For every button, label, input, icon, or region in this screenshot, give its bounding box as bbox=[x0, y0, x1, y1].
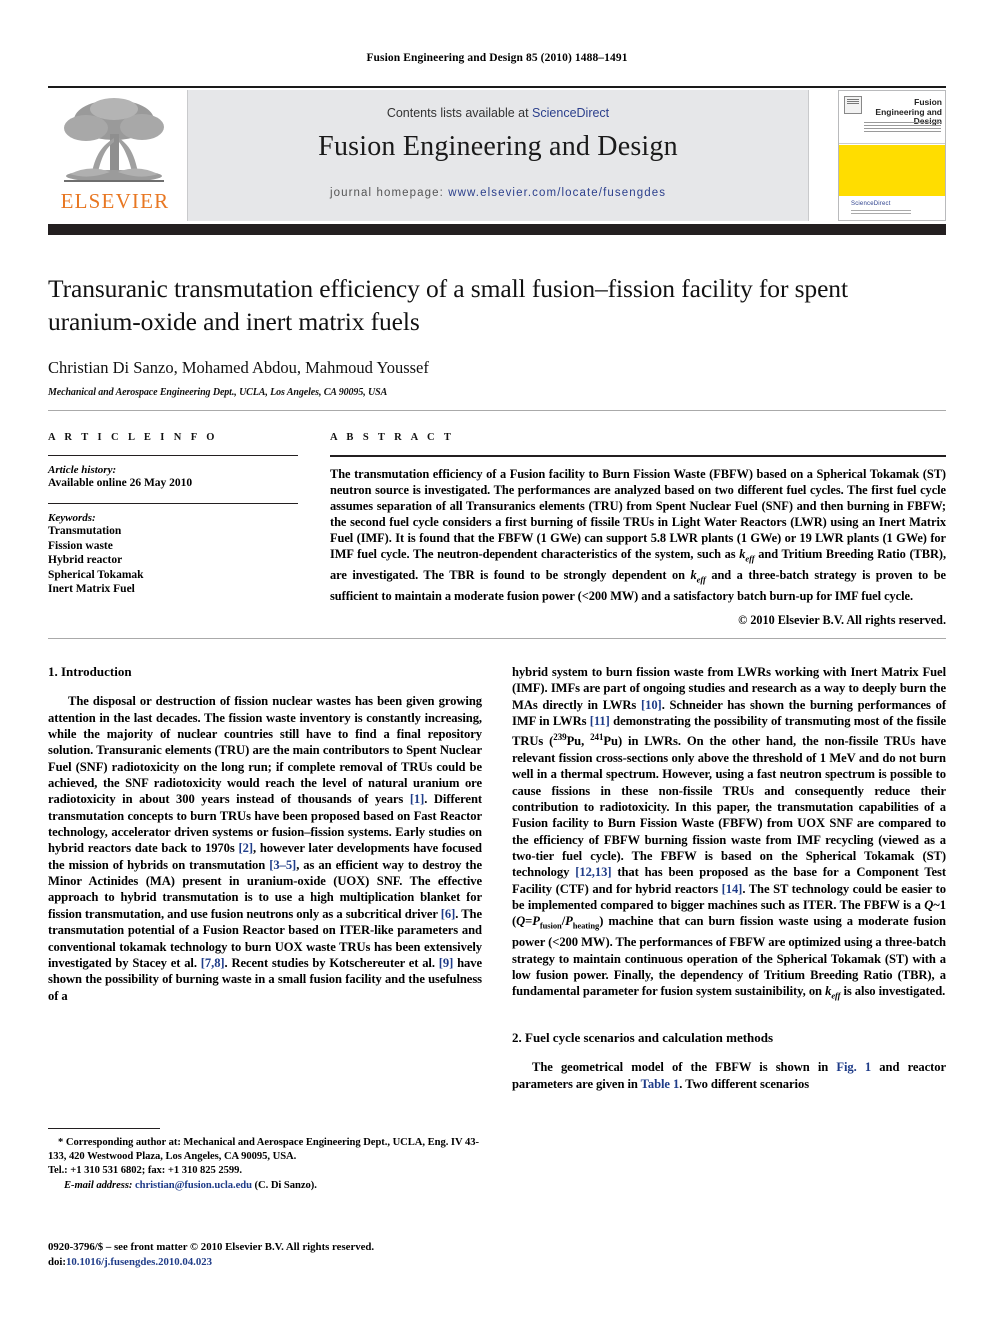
elsevier-wordmark: ELSEVIER bbox=[60, 189, 170, 213]
intro-paragraph: The disposal or destruction of fission n… bbox=[48, 694, 483, 1003]
cover-sciencedirect-label: ScienceDirect bbox=[851, 201, 891, 207]
keyword-item: Hybrid reactor bbox=[48, 554, 123, 566]
figure-ref[interactable]: Fig. 1 bbox=[836, 1060, 871, 1074]
cover-subtitle-lines bbox=[864, 122, 941, 134]
table-ref[interactable]: Table 1 bbox=[641, 1077, 680, 1091]
citation-ref[interactable]: [9] bbox=[439, 956, 454, 970]
journal-homepage-line: journal homepage: www.elsevier.com/locat… bbox=[188, 187, 808, 199]
keyword-item: Spherical Tokamak bbox=[48, 568, 144, 581]
citation-ref[interactable]: [3–5] bbox=[269, 858, 296, 872]
abstract-text: The transmutation efficiency of a Fusion… bbox=[330, 467, 947, 603]
cover-top-section: Fusion Engineering and Design bbox=[839, 91, 945, 144]
citation-ref[interactable]: [6] bbox=[441, 907, 456, 921]
cover-yellow-block bbox=[839, 145, 945, 197]
abstract-heading: A B S T R A C T bbox=[330, 432, 455, 443]
journal-masthead: ELSEVIER Contents lists available at Sci… bbox=[48, 86, 946, 221]
citation-ref[interactable]: [2] bbox=[239, 841, 254, 855]
footnote-block: * Corresponding author at: Mechanical an… bbox=[48, 1128, 482, 1193]
body-column-left: 1. Introduction The disposal or destruct… bbox=[48, 664, 482, 1004]
elsevier-tree-icon bbox=[64, 98, 164, 182]
article-history-label: Article history: bbox=[48, 464, 117, 476]
affiliation: Mechanical and Aerospace Engineering Dep… bbox=[48, 387, 388, 398]
homepage-url[interactable]: www.elsevier.com/locate/fusengdes bbox=[448, 187, 666, 199]
homepage-label: journal homepage: bbox=[329, 187, 444, 199]
abstract-bottom-rule bbox=[48, 638, 946, 639]
keyword-item: Fission waste bbox=[48, 539, 113, 552]
elsevier-logo: ELSEVIER bbox=[48, 92, 182, 220]
title-block: Transuranic transmutation efficiency of … bbox=[48, 272, 946, 398]
keywords-label: Keywords: bbox=[48, 512, 96, 524]
citation-ref[interactable]: [12,13] bbox=[575, 865, 611, 879]
citation-ref[interactable]: [7,8] bbox=[201, 956, 225, 970]
doi-line: doi:10.1016/j.fusengdes.2010.04.023 bbox=[48, 1255, 488, 1270]
methods-paragraph: The geometrical model of the FBFW is sho… bbox=[512, 1060, 947, 1091]
article-info-column: A R T I C L E I N F O Article history: A… bbox=[48, 432, 298, 597]
contents-available-line: Contents lists available at ScienceDirec… bbox=[188, 106, 808, 120]
author-list: Christian Di Sanzo, Mohamed Abdou, Mahmo… bbox=[48, 358, 946, 378]
imprint-block: 0920-3796/$ – see front matter © 2010 El… bbox=[48, 1240, 488, 1269]
email-owner: (C. Di Sanzo). bbox=[254, 1180, 317, 1192]
contents-prefix: Contents lists available at bbox=[386, 106, 533, 120]
info-top-rule bbox=[48, 410, 946, 411]
keywords-rule bbox=[48, 503, 298, 504]
article-history-value: Available online 26 May 2010 bbox=[48, 477, 193, 489]
journal-cover-thumbnail: Fusion Engineering and Design ScienceDir… bbox=[838, 90, 946, 221]
section-heading-fuel-cycle: 2. Fuel cycle scenarios and calculation … bbox=[512, 1030, 774, 1046]
sciencedirect-link[interactable]: ScienceDirect bbox=[532, 106, 609, 120]
email-link[interactable]: christian@fusion.ucla.edu bbox=[135, 1180, 252, 1191]
footnote-text: * Corresponding author at: Mechanical an… bbox=[48, 1136, 482, 1193]
keyword-item: Inert Matrix Fuel bbox=[48, 583, 135, 595]
corresponding-author-phone: Tel.: +1 310 531 6802; fax: +1 310 825 2… bbox=[48, 1164, 242, 1176]
article-page: Fusion Engineering and Design 85 (2010) … bbox=[0, 0, 992, 1323]
corresponding-author-note: * Corresponding author at: Mechanical an… bbox=[48, 1137, 479, 1162]
doi-value[interactable]: 10.1016/j.fusengdes.2010.04.023 bbox=[66, 1256, 212, 1268]
doi-label: doi: bbox=[48, 1255, 66, 1268]
keyword-item: Transmutation bbox=[48, 525, 122, 537]
cover-sciencedirect-lines bbox=[851, 210, 911, 214]
abstract-column: A B S T R A C T The transmutation effici… bbox=[330, 432, 946, 628]
citation-ref[interactable]: [11] bbox=[590, 714, 610, 728]
corresponding-author-email-line: E-mail address: christian@fusion.ucla.ed… bbox=[48, 1179, 482, 1193]
citation-ref[interactable]: [10] bbox=[641, 698, 662, 712]
section-heading-introduction: 1. Introduction bbox=[48, 664, 132, 679]
body-column-right: hybrid system to burn fission waste from… bbox=[512, 664, 946, 1092]
page-title: Transuranic transmutation efficiency of … bbox=[48, 274, 848, 336]
email-label: E-mail address: bbox=[64, 1180, 133, 1192]
article-info-heading: A R T I C L E I N F O bbox=[48, 432, 218, 443]
running-head: Fusion Engineering and Design 85 (2010) … bbox=[366, 52, 628, 64]
front-matter-line: 0920-3796/$ – see front matter © 2010 El… bbox=[48, 1241, 375, 1253]
intro-paragraph-continued: hybrid system to burn fission waste from… bbox=[512, 665, 947, 1001]
article-info-rule bbox=[48, 455, 298, 456]
journal-title: Fusion Engineering and Design bbox=[318, 131, 678, 162]
cover-bottom-section: ScienceDirect bbox=[839, 196, 945, 220]
citation-ref[interactable]: [14] bbox=[722, 882, 743, 896]
footnote-rule bbox=[48, 1128, 160, 1129]
masthead-black-bar bbox=[48, 224, 946, 235]
abstract-rule bbox=[330, 455, 946, 457]
journal-band: Contents lists available at ScienceDirec… bbox=[187, 90, 809, 221]
citation-ref[interactable]: [1] bbox=[410, 792, 425, 806]
cover-publisher-badge-icon bbox=[844, 96, 862, 114]
authors-text: Christian Di Sanzo, Mohamed Abdou, Mahmo… bbox=[48, 358, 429, 377]
abstract-copyright: © 2010 Elsevier B.V. All rights reserved… bbox=[738, 612, 946, 627]
